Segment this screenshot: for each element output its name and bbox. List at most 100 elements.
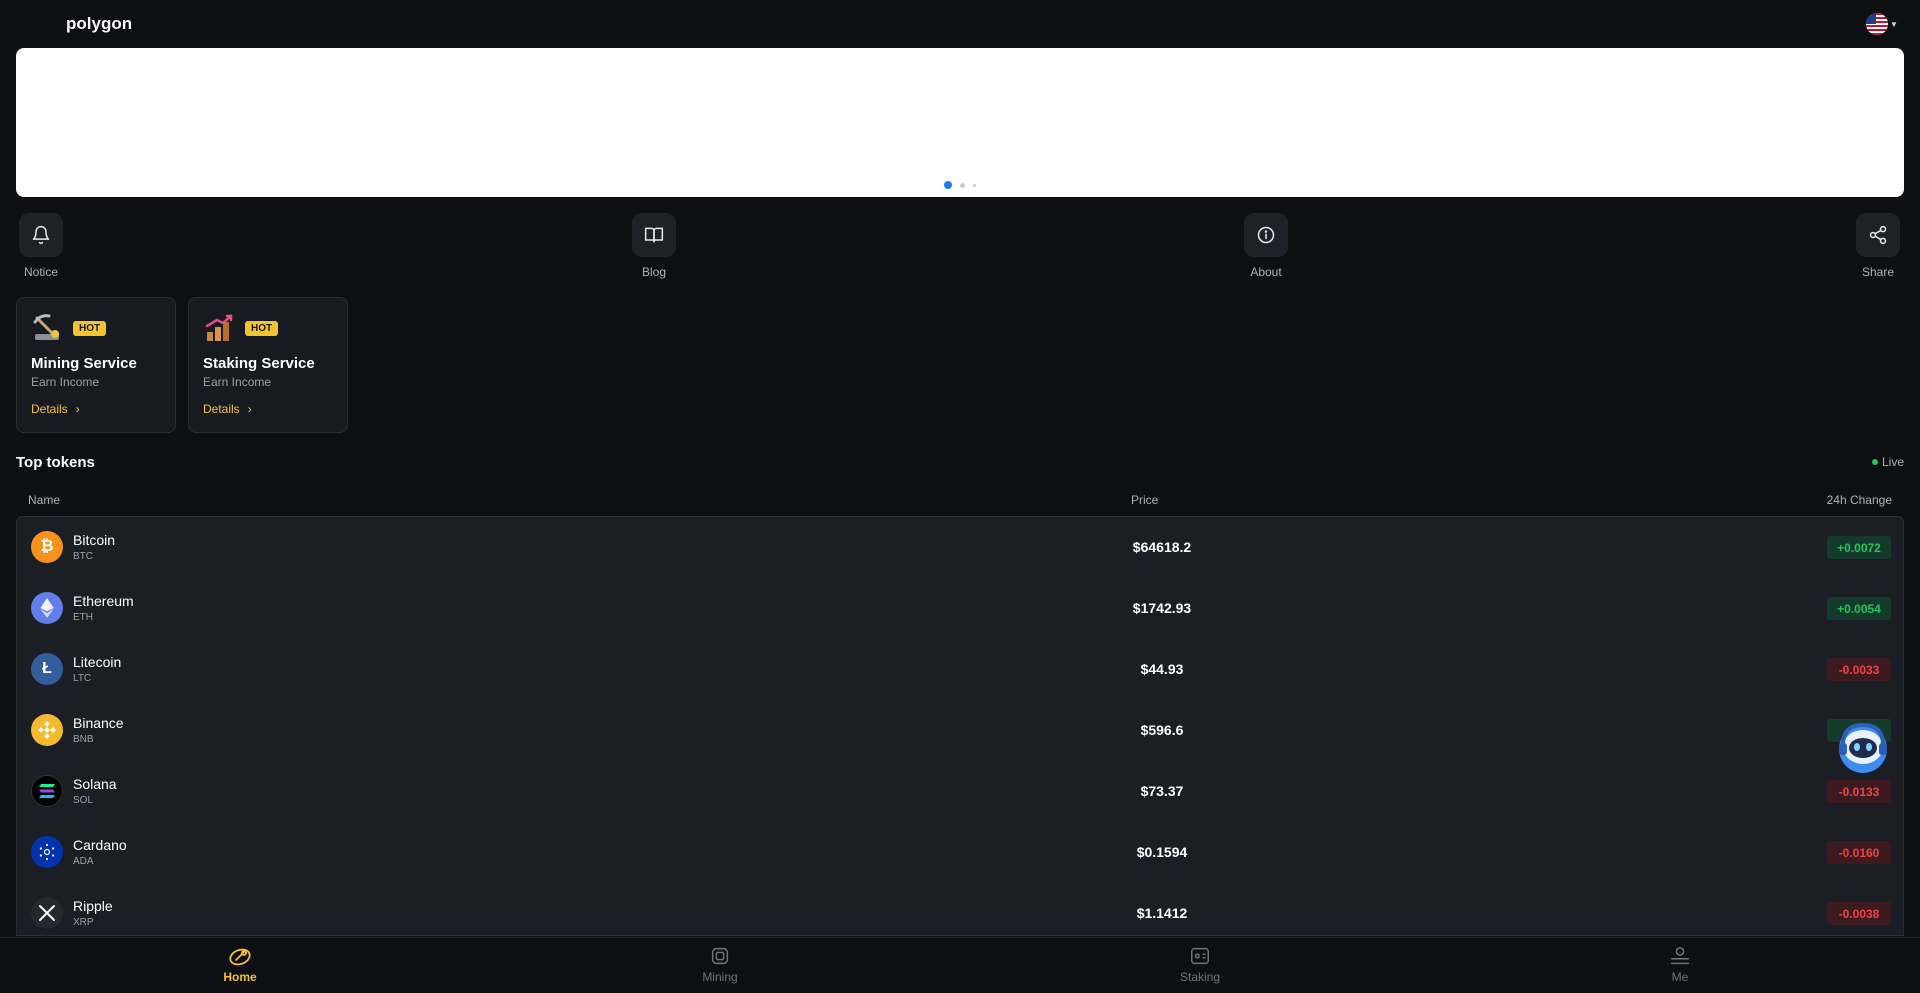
hot-badge: HOT [245,321,279,336]
token-symbol: BTC [73,551,93,562]
language-selector[interactable]: ▼ [1866,13,1900,35]
about-button[interactable]: About [1231,213,1301,279]
banner-dot-3[interactable] [973,183,976,187]
blog-button[interactable]: Blog [619,213,689,279]
ethereum-icon [31,592,63,624]
nav-mining[interactable]: Mining [660,938,780,993]
token-symbol: ETH [73,612,93,623]
details-link[interactable]: Details › [31,402,80,416]
litecoin-icon: Ł [31,653,63,685]
token-symbol: XRP [73,917,94,928]
binance-icon [31,714,63,746]
user-icon [1668,944,1692,968]
token-change: -0.0133 [1827,780,1891,803]
bitcoin-icon: ₿ [31,531,63,563]
chevron-right-icon: › [247,402,252,416]
home-icon [228,944,252,968]
nav-staking-label: Staking [1179,970,1221,984]
details-link[interactable]: Details › [203,402,252,416]
promo-banner[interactable] [16,48,1904,197]
brand-logo[interactable]: polygon [66,14,132,34]
hot-badge: HOT [73,321,107,336]
token-name: Litecoin [73,654,122,670]
notice-label: Notice [23,265,58,279]
token-name: Binance [73,715,124,731]
token-symbol: LTC [73,673,92,684]
token-change: -0.0160 [1827,841,1891,864]
notice-button[interactable]: Notice [6,213,76,279]
live-label: Live [1881,455,1904,469]
nav-home[interactable]: Home [180,938,300,993]
bell-icon [19,213,63,257]
service-title: Mining Service [31,355,137,372]
tokens-table-header: Name Price 24h Change [16,493,1904,517]
token-name: Cardano [73,837,127,853]
tokens-table: ₿ Bitcoin BTC $64618.2 +0.0072 Ethereum … [16,516,1904,936]
token-row-binance[interactable]: Binance BNB $596.6 +0.0 [17,700,1903,761]
solana-icon [31,775,63,807]
token-price: $596.6 [1140,722,1184,738]
service-subtitle: Earn Income [31,375,100,389]
mining-service-card[interactable]: HOT Mining Service Earn Income Details › [16,297,176,433]
chevron-down-icon: ▼ [1890,19,1898,29]
token-symbol: BNB [73,734,94,745]
token-change: -0.0033 [1827,658,1891,681]
nav-me[interactable]: Me [1620,938,1740,993]
banner-pagination [16,181,1904,189]
banner-dot-1[interactable] [944,181,952,189]
nav-me-label: Me [1671,970,1689,984]
bottom-nav: Home Mining Staking Me [0,937,1920,993]
nav-home-label: Home [223,970,257,984]
column-price: Price [1131,493,1159,507]
token-change: -0.0038 [1827,902,1891,925]
token-row-cardano[interactable]: Cardano ADA $0.1594 -0.0160 [17,822,1903,883]
share-icon [1856,213,1900,257]
section-title: Top tokens [16,454,95,471]
token-price: $44.93 [1140,661,1184,677]
token-symbol: ADA [73,856,94,867]
token-price: $64618.2 [1132,539,1192,555]
token-name: Ripple [73,898,113,914]
nav-mining-label: Mining [702,970,738,984]
staking-service-card[interactable]: HOT Staking Service Earn Income Details … [188,297,348,433]
service-title: Staking Service [203,355,315,372]
token-row-ethereum[interactable]: Ethereum ETH $1742.93 +0.0054 [17,578,1903,639]
live-dot-icon [1871,459,1878,465]
column-24h-change: 24h Change [1826,493,1892,507]
share-button[interactable]: Share [1843,213,1913,279]
support-robot-icon[interactable] [1833,717,1893,777]
token-price: $73.37 [1140,783,1184,799]
token-price: $1742.93 [1132,600,1192,616]
details-label: Details [31,402,68,416]
token-price: $1.1412 [1136,905,1188,921]
token-change: +0.0072 [1827,536,1891,559]
chevron-right-icon: › [75,402,80,416]
token-row-litecoin[interactable]: Ł Litecoin LTC $44.93 -0.0033 [17,639,1903,700]
token-name: Ethereum [73,593,134,609]
live-indicator: Live [1871,455,1904,469]
column-name: Name [28,493,61,507]
ripple-icon [31,897,63,929]
banner-dot-2[interactable] [960,182,965,188]
top-bar: polygon ▼ [0,0,1920,48]
nav-staking[interactable]: Staking [1140,938,1260,993]
info-icon [1244,213,1288,257]
book-icon [632,213,676,257]
details-label: Details [203,402,240,416]
token-name: Bitcoin [73,532,116,548]
mining-icon [31,312,63,344]
chip-icon [708,944,732,968]
us-flag-icon [1866,13,1888,35]
token-row-bitcoin[interactable]: ₿ Bitcoin BTC $64618.2 +0.0072 [17,517,1903,578]
wallet-icon [1188,944,1212,968]
service-subtitle: Earn Income [203,375,272,389]
share-label: Share [1861,265,1895,279]
cardano-icon [31,836,63,868]
token-price: $0.1594 [1136,844,1188,860]
staking-icon [203,312,235,344]
token-row-solana[interactable]: Solana SOL $73.37 -0.0133 [17,761,1903,822]
token-symbol: SOL [73,795,94,806]
about-label: About [1250,265,1282,279]
token-row-ripple[interactable]: Ripple XRP $1.1412 -0.0038 [17,883,1903,935]
blog-label: Blog [641,265,667,279]
